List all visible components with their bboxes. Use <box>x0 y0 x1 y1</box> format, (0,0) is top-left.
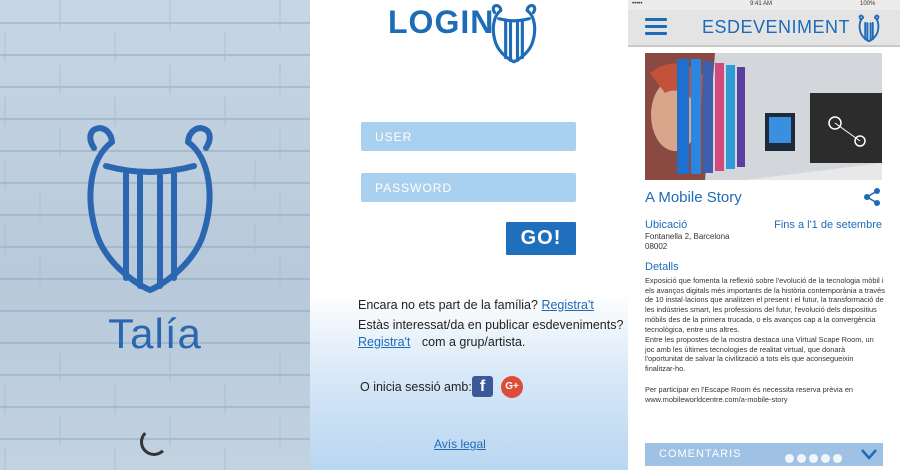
lyre-logo-icon <box>858 14 880 43</box>
location-label: Ubicació <box>645 219 688 231</box>
go-button[interactable]: GO! <box>506 222 576 255</box>
screen-title: ESDEVENIMENT <box>702 17 851 37</box>
status-time: 9:41 AM <box>750 1 773 7</box>
signal-indicator: ••••• <box>632 1 643 7</box>
comment-dot <box>809 454 818 463</box>
login-screen: LOGIN GO! Encara no ets part de la famíl… <box>310 0 628 470</box>
hamburger-menu-icon[interactable] <box>645 18 667 36</box>
artist-register-text: com a grup/artista. <box>421 335 526 349</box>
share-icon[interactable] <box>862 187 882 207</box>
comment-dot <box>821 454 830 463</box>
address-line: Fontanella 2, Barcelona <box>645 232 730 241</box>
signup-prompt: Encara no ets part de la família? Regist… <box>358 298 594 312</box>
exhibition-image <box>645 53 882 180</box>
loading-spinner-icon <box>140 428 168 456</box>
login-title: LOGIN <box>388 4 495 40</box>
status-bar: ••••• 9:41 AM 100% <box>628 0 900 10</box>
legal-notice-link[interactable]: Avís legal <box>434 437 486 451</box>
publish-prompt-text: Estàs interessat/da en publicar esdeveni… <box>358 318 624 332</box>
description-paragraph: Entre les propostes de la mostra destaca… <box>645 335 874 374</box>
battery-level: 100% <box>860 1 876 7</box>
comment-dots <box>785 450 845 468</box>
social-login-label: O inicia sessió amb: <box>360 380 472 394</box>
comments-bar[interactable]: COMENTARIS <box>645 443 883 466</box>
facebook-icon[interactable]: f <box>472 376 493 397</box>
app-name: Talía <box>108 310 202 357</box>
event-photo <box>645 53 882 180</box>
password-input[interactable] <box>361 173 576 202</box>
lyre-logo-icon <box>87 125 213 294</box>
splash-screen: Talía <box>0 0 310 470</box>
lyre-logo-icon <box>491 4 537 64</box>
comments-label: COMENTARIS <box>659 448 742 460</box>
signup-prompt-text: Encara no ets part de la família? <box>358 298 538 312</box>
register-link[interactable]: Registra't <box>541 298 593 312</box>
event-title: A Mobile Story <box>645 189 742 206</box>
details-label: Detalls <box>645 261 679 273</box>
app-bar: ESDEVENIMENT <box>628 10 900 47</box>
event-screen: ••••• 9:41 AM 100% ESDEVENIMENT A Mobile… <box>628 0 900 470</box>
comment-dot <box>797 454 806 463</box>
description-paragraph: Exposició que fomenta la reflexió sobre … <box>645 276 885 334</box>
register-artist-link[interactable]: Registra't <box>358 335 410 349</box>
event-date: Fins a l'1 de setembre <box>774 219 882 231</box>
artist-register-prompt: Registra't com a grup/artista. <box>358 335 525 349</box>
postal-code: 08002 <box>645 242 668 251</box>
comment-dot <box>785 454 794 463</box>
username-input[interactable] <box>361 122 576 151</box>
reservation-note: Per participar en l'Escape Room és neces… <box>645 385 854 404</box>
comment-dot <box>833 454 842 463</box>
google-plus-icon[interactable]: G+ <box>501 376 523 398</box>
chevron-down-icon[interactable] <box>861 448 877 460</box>
